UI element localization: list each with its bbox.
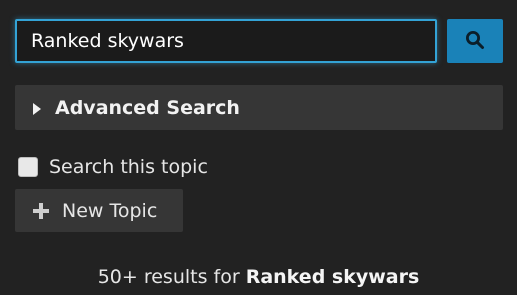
search-bar <box>15 19 503 63</box>
new-topic-button[interactable]: New Topic <box>15 189 183 232</box>
search-this-topic-label: Search this topic <box>49 156 208 178</box>
advanced-search-toggle[interactable]: Advanced Search <box>15 85 503 130</box>
results-count: 50+ results for <box>97 266 240 288</box>
caret-right-icon <box>32 101 42 115</box>
search-input[interactable] <box>15 19 437 63</box>
new-topic-label: New Topic <box>62 199 158 222</box>
plus-icon <box>32 202 50 220</box>
search-page: Advanced Search Search this topic New To… <box>0 0 517 295</box>
search-button[interactable] <box>447 19 503 63</box>
advanced-search-label: Advanced Search <box>55 96 240 119</box>
results-query: Ranked skywars <box>245 266 420 288</box>
search-icon <box>465 30 485 53</box>
search-this-topic-option[interactable]: Search this topic <box>18 155 208 179</box>
results-summary: 50+ results for Ranked skywars <box>0 266 517 288</box>
search-this-topic-checkbox[interactable] <box>18 157 38 177</box>
